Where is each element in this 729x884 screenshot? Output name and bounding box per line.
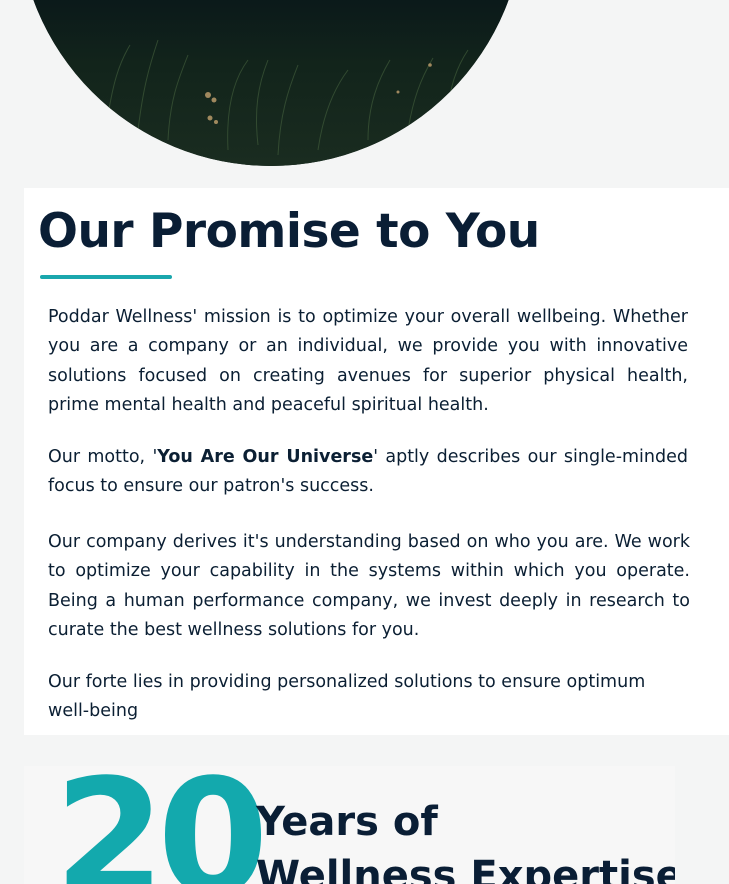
expertise-label: Wellness Expertise bbox=[256, 853, 675, 884]
motto-paragraph: Our motto, 'You Are Our Universe' aptly … bbox=[48, 443, 688, 502]
understanding-paragraph: Our company derives it's understanding b… bbox=[48, 532, 690, 640]
title-underline bbox=[40, 275, 172, 279]
expertise-banner: 20 Years of Wellness Expertise bbox=[24, 766, 675, 884]
hero-image bbox=[18, 0, 524, 166]
promise-section: Our Promise to You Poddar Wellness' miss… bbox=[24, 188, 729, 735]
years-number: 20 bbox=[54, 766, 269, 884]
forte-paragraph: Our forte lies in providing personalized… bbox=[48, 672, 646, 722]
motto-highlight: You Are Our Universe bbox=[157, 447, 374, 467]
years-label: Years of bbox=[256, 799, 438, 845]
night-sky-grass-icon bbox=[18, 0, 524, 166]
page: Our Promise to You Poddar Wellness' miss… bbox=[0, 0, 729, 884]
section-title: Our Promise to You bbox=[38, 204, 540, 259]
mission-paragraph: Poddar Wellness' mission is to optimize … bbox=[48, 307, 688, 415]
motto-text-before: Our motto, ' bbox=[48, 447, 158, 467]
